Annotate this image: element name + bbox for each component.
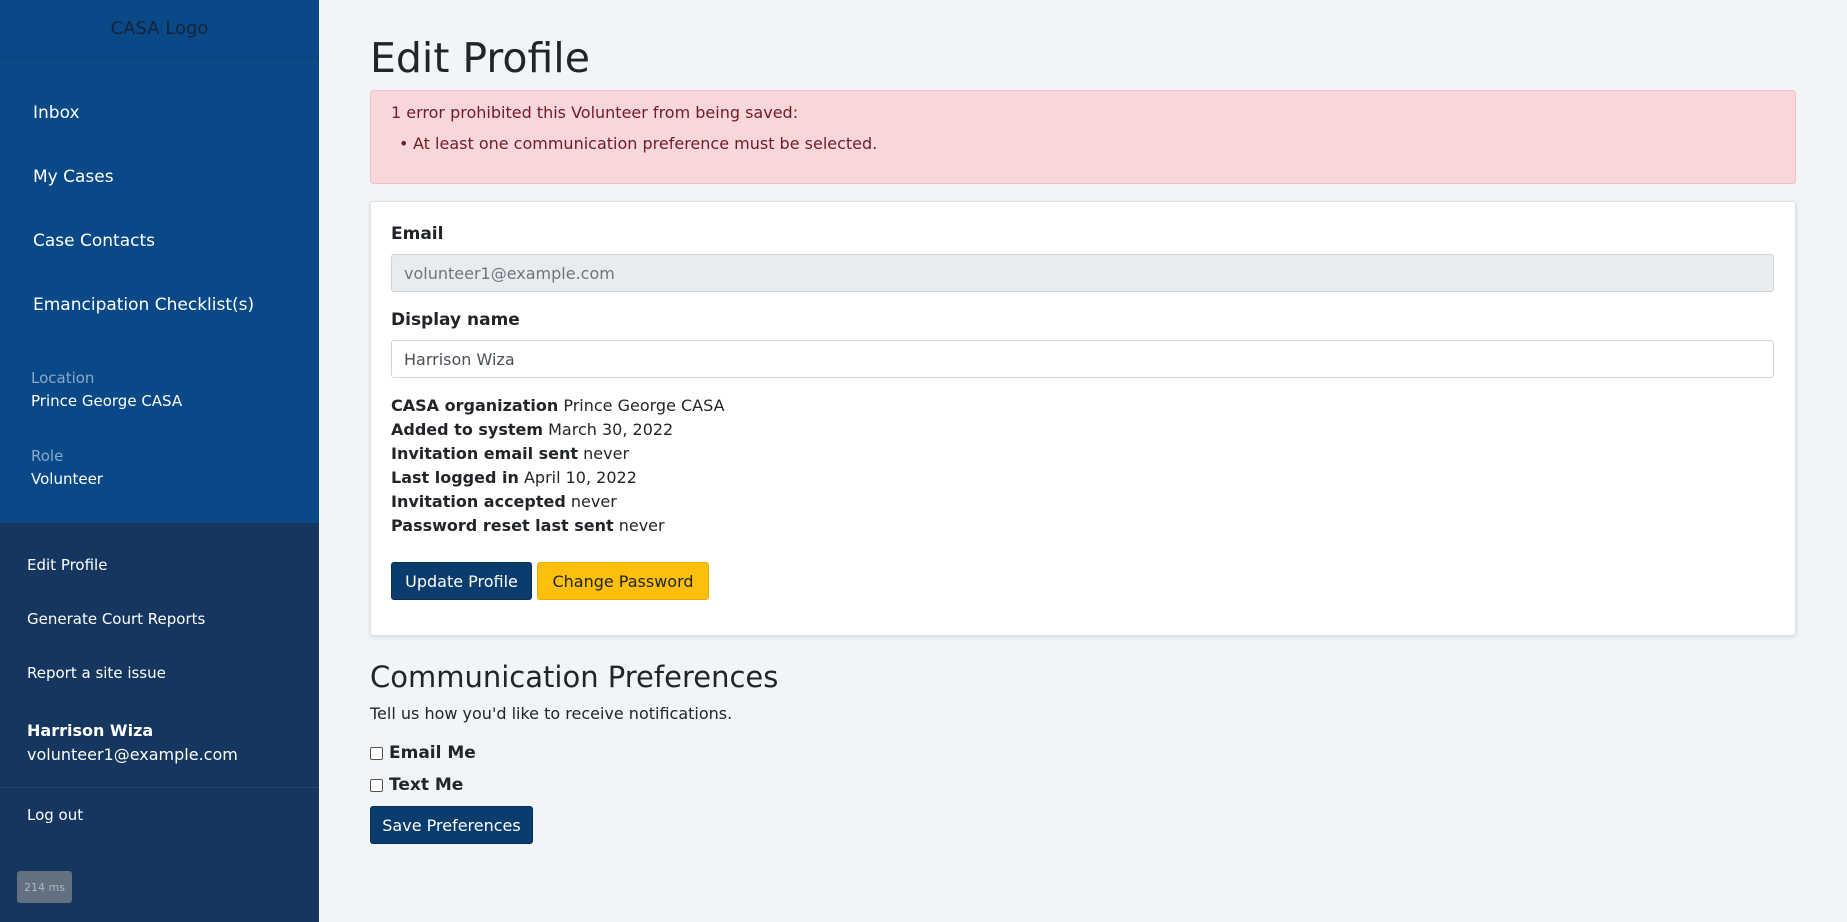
display-name-field[interactable] — [391, 340, 1774, 378]
communication-preferences-title: Communication Preferences — [370, 660, 779, 694]
info-invitation-email-sent: Invitation email sent never — [391, 444, 629, 463]
info-added-to-system: Added to system March 30, 2022 — [391, 420, 673, 439]
error-alert: 1 error prohibited this Volunteer from b… — [370, 90, 1796, 184]
change-password-button[interactable]: Change Password — [537, 562, 709, 600]
current-user-name: Harrison Wiza — [27, 721, 154, 740]
text-me-label[interactable]: Text Me — [389, 775, 463, 795]
info-last-logged-in: Last logged in April 10, 2022 — [391, 468, 637, 487]
location-value: Prince George CASA — [31, 392, 183, 410]
info-casa-organization: CASA organization Prince George CASA — [391, 396, 725, 415]
email-field[interactable] — [391, 254, 1774, 292]
link-edit-profile[interactable]: Edit Profile — [27, 556, 107, 574]
email-me-label[interactable]: Email Me — [389, 743, 476, 763]
info-invitation-accepted: Invitation accepted never — [391, 492, 617, 511]
nav-inbox[interactable]: Inbox — [33, 103, 80, 123]
text-me-checkbox[interactable] — [370, 778, 383, 792]
profile-card: Email Display name CASA organization Pri… — [370, 201, 1796, 636]
info-label: Last logged in — [391, 468, 519, 487]
info-label: Invitation email sent — [391, 444, 579, 463]
info-value: Prince George CASA — [563, 396, 725, 415]
update-profile-button[interactable]: Update Profile — [391, 562, 532, 600]
email-me-option[interactable]: Email Me — [370, 743, 476, 763]
current-user-email: volunteer1@example.com — [27, 745, 238, 764]
sidebar: CASA Logo Inbox My Cases Case Contacts E… — [0, 0, 319, 922]
link-generate-court-reports[interactable]: Generate Court Reports — [27, 610, 205, 628]
error-alert-title: 1 error prohibited this Volunteer from b… — [391, 103, 799, 122]
info-label: Added to system — [391, 420, 544, 439]
info-value: March 30, 2022 — [548, 420, 674, 439]
location-label: Location — [31, 369, 95, 387]
info-password-reset-last-sent: Password reset last sent never — [391, 516, 665, 535]
nav-emancipation-checklists[interactable]: Emancipation Checklist(s) — [33, 295, 254, 315]
info-value: never — [618, 516, 665, 535]
info-label: Invitation accepted — [391, 492, 566, 511]
request-timing-badge[interactable]: 214 ms — [17, 871, 72, 903]
nav-my-cases[interactable]: My Cases — [33, 167, 114, 187]
sidebar-primary: CASA Logo Inbox My Cases Case Contacts E… — [0, 0, 319, 523]
email-me-checkbox[interactable] — [370, 746, 383, 760]
display-name-label: Display name — [391, 310, 520, 330]
link-report-site-issue[interactable]: Report a site issue — [27, 664, 166, 682]
communication-preferences-subtitle: Tell us how you'd like to receive notifi… — [370, 704, 733, 723]
sidebar-divider — [0, 787, 319, 788]
info-label: CASA organization — [391, 396, 559, 415]
role-label: Role — [31, 447, 64, 465]
info-label: Password reset last sent — [391, 516, 614, 535]
logout-link[interactable]: Log out — [27, 806, 83, 824]
info-value: never — [583, 444, 630, 463]
info-value: never — [570, 492, 617, 511]
error-alert-item: At least one communication preference mu… — [399, 134, 877, 153]
text-me-option[interactable]: Text Me — [370, 775, 463, 795]
save-preferences-button[interactable]: Save Preferences — [370, 806, 533, 844]
page-title: Edit Profile — [370, 34, 590, 82]
casa-logo[interactable]: CASA Logo — [0, 0, 319, 58]
nav-case-contacts[interactable]: Case Contacts — [33, 231, 155, 251]
info-value: April 10, 2022 — [523, 468, 637, 487]
email-label: Email — [391, 224, 444, 244]
role-value: Volunteer — [31, 470, 103, 488]
